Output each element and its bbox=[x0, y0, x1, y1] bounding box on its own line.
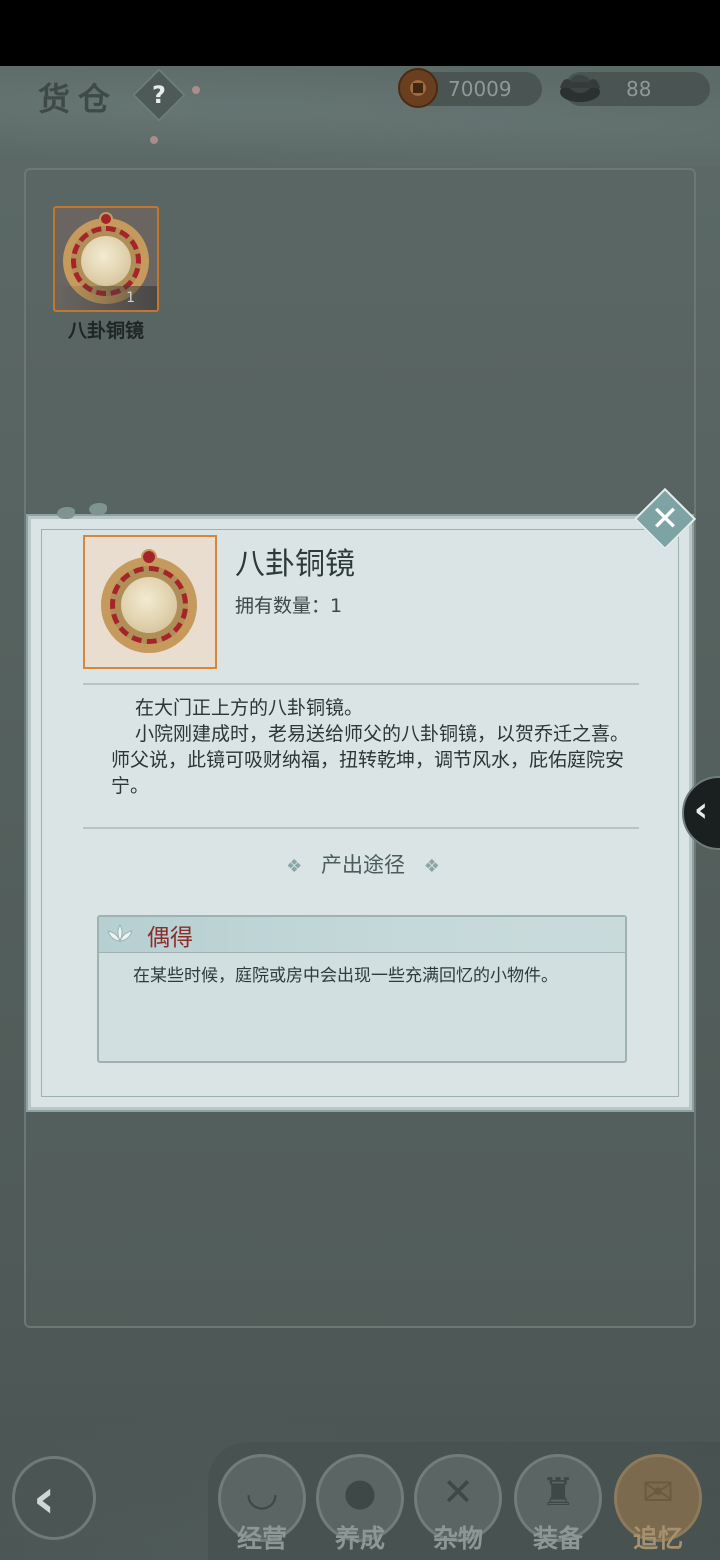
nav-equipment-button[interactable]: ♜ 装备 bbox=[514, 1454, 602, 1553]
source-name: 偶得 bbox=[147, 925, 193, 951]
source-card: 偶得 在某些时候，庭院或房中会出现一些充满回忆的小物件。 bbox=[97, 915, 627, 1063]
app-screen: 货仓 ? 70009 88 1 八卦铜镜 ✕ 八卦铜镜 拥有数量：1 在大门正上… bbox=[0, 0, 720, 1560]
nav-label: 装备 bbox=[532, 1524, 583, 1553]
robe-icon: ♜ bbox=[540, 1470, 576, 1514]
nav-label: 杂物 bbox=[432, 1524, 483, 1553]
page-title: 货仓 bbox=[38, 80, 119, 118]
back-arrow-icon: ‹ bbox=[33, 1467, 56, 1530]
count-shade bbox=[55, 286, 157, 310]
source-heading: ❖ 产出途径 ❖ bbox=[31, 849, 695, 879]
copper-coin-counter[interactable]: 70009 bbox=[398, 68, 542, 108]
divider bbox=[83, 683, 639, 685]
item-description: 在大门正上方的八卦铜镜。 小院刚建成时，老易送给师父的八卦铜镜，以贺乔迁之喜。师… bbox=[111, 695, 631, 799]
silver-ingot-counter[interactable]: 88 bbox=[560, 72, 710, 106]
diamond-ornament-icon: ❖ bbox=[423, 856, 440, 877]
silver-ingot-icon bbox=[560, 75, 600, 102]
diamond-ornament-icon: ❖ bbox=[286, 856, 303, 877]
source-heading-text: 产出途径 bbox=[321, 853, 405, 877]
source-card-header: 偶得 bbox=[99, 917, 625, 953]
top-bar: 货仓 ? 70009 88 bbox=[0, 66, 720, 166]
lotus-icon bbox=[107, 923, 133, 943]
copper-coin-icon bbox=[398, 68, 438, 108]
nav-sundries-button[interactable]: ✕ 杂物 bbox=[414, 1454, 502, 1553]
crystal-ball-icon: ● bbox=[343, 1470, 377, 1514]
question-icon: ? bbox=[152, 81, 166, 109]
owned-count: 拥有数量：1 bbox=[235, 595, 343, 617]
blossom-decoration bbox=[192, 86, 200, 94]
bowl-icon: ◡ bbox=[245, 1470, 279, 1514]
inventory-item-name: 八卦铜镜 bbox=[67, 320, 144, 342]
status-bar bbox=[0, 0, 720, 66]
blossom-decoration bbox=[150, 136, 158, 144]
bagua-mirror-icon bbox=[101, 549, 197, 653]
copper-coin-value: 70009 bbox=[448, 77, 512, 101]
bird-decoration bbox=[89, 503, 107, 515]
chevron-left-icon: ‹ bbox=[694, 790, 709, 830]
bundle-icon: ✕ bbox=[442, 1470, 474, 1514]
dialog-item-slot bbox=[83, 535, 217, 669]
divider bbox=[83, 827, 639, 829]
description-line: 小院刚建成时，老易送给师父的八卦铜镜，以贺乔迁之喜。师父说，此镜可吸财纳福，扭转… bbox=[111, 723, 630, 797]
inventory-item-slot[interactable]: 1 bbox=[53, 206, 159, 312]
item-detail-dialog: ✕ 八卦铜镜 拥有数量：1 在大门正上方的八卦铜镜。 小院刚建成时，老易送给师父… bbox=[28, 487, 697, 1110]
nav-label: 追忆 bbox=[632, 1524, 683, 1553]
description-line: 在大门正上方的八卦铜镜。 bbox=[135, 697, 364, 719]
source-description: 在某些时候，庭院或房中会出现一些充满回忆的小物件。 bbox=[133, 966, 558, 986]
letter-icon: ✉ bbox=[642, 1470, 674, 1514]
nav-memories-button[interactable]: ✉ 追忆 bbox=[614, 1454, 702, 1553]
nav-cultivate-button[interactable]: ● 养成 bbox=[316, 1454, 404, 1553]
nav-label: 经营 bbox=[236, 1524, 287, 1553]
nav-business-button[interactable]: ◡ 经营 bbox=[218, 1454, 306, 1553]
close-icon: ✕ bbox=[650, 499, 680, 539]
item-title: 八卦铜镜 bbox=[235, 547, 355, 582]
bird-decoration bbox=[57, 507, 75, 519]
silver-ingot-value: 88 bbox=[626, 77, 652, 101]
bottom-nav: ‹ ◡ 经营 ● 养成 ✕ 杂物 ♜ 装备 ✉ 追忆 bbox=[0, 1380, 720, 1560]
item-count: 1 bbox=[126, 290, 135, 306]
back-button[interactable]: ‹ bbox=[12, 1456, 96, 1540]
nav-label: 养成 bbox=[334, 1524, 385, 1553]
